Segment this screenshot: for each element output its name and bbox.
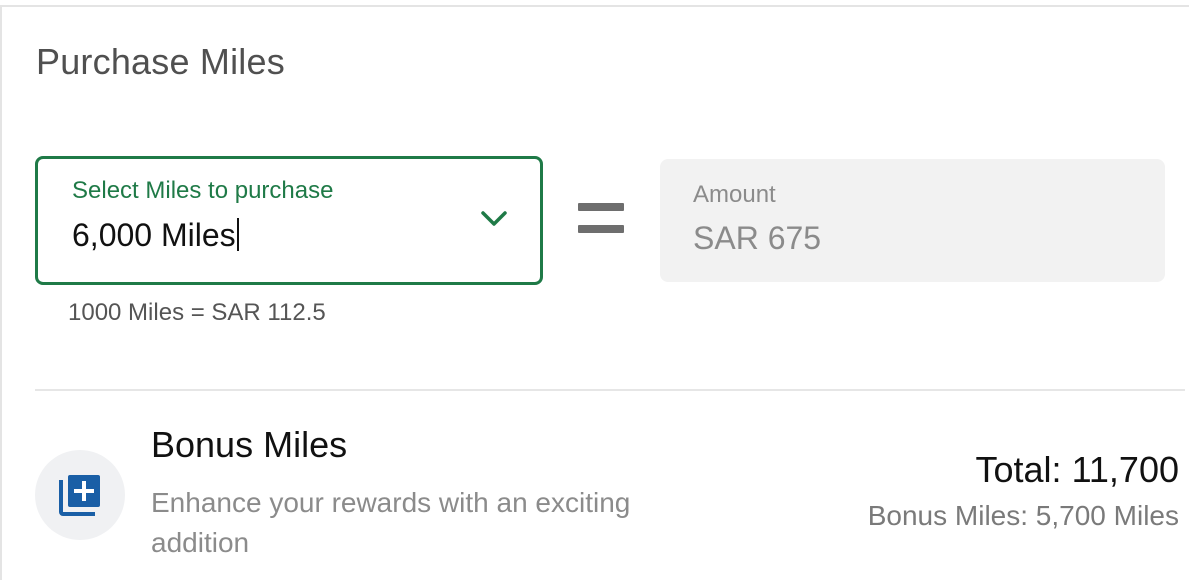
- amount-field: Amount SAR 675: [660, 159, 1165, 282]
- section-divider: [35, 389, 1185, 391]
- page-title: Purchase Miles: [36, 41, 285, 82]
- equals-icon: [578, 203, 624, 239]
- miles-select-label: Select Miles to purchase: [72, 177, 334, 204]
- amount-label: Amount: [693, 181, 776, 208]
- bonus-miles-description: Enhance your rewards with an exciting ad…: [151, 487, 631, 558]
- text-cursor: [236, 218, 239, 251]
- bonus-miles-amount: Bonus Miles: 5,700 Miles: [867, 500, 1179, 531]
- conversion-rate-text: 1000 Miles = SAR 112.5: [68, 299, 326, 326]
- add-to-collection-icon: [59, 475, 100, 516]
- miles-select-value[interactable]: 6,000 Miles: [72, 217, 239, 254]
- bonus-miles-title: Bonus Miles: [151, 424, 348, 465]
- total-miles-text: Total: 11,700: [975, 449, 1179, 490]
- miles-select-dropdown[interactable]: Select Miles to purchase 6,000 Miles: [35, 156, 543, 285]
- chevron-down-icon[interactable]: [480, 209, 508, 229]
- bonus-icon-container: [35, 450, 125, 540]
- amount-value: SAR 675: [693, 220, 822, 256]
- purchase-miles-card: Purchase Miles Select Miles to purchase …: [0, 5, 1189, 580]
- miles-select-value-text: 6,000 Miles: [72, 217, 236, 253]
